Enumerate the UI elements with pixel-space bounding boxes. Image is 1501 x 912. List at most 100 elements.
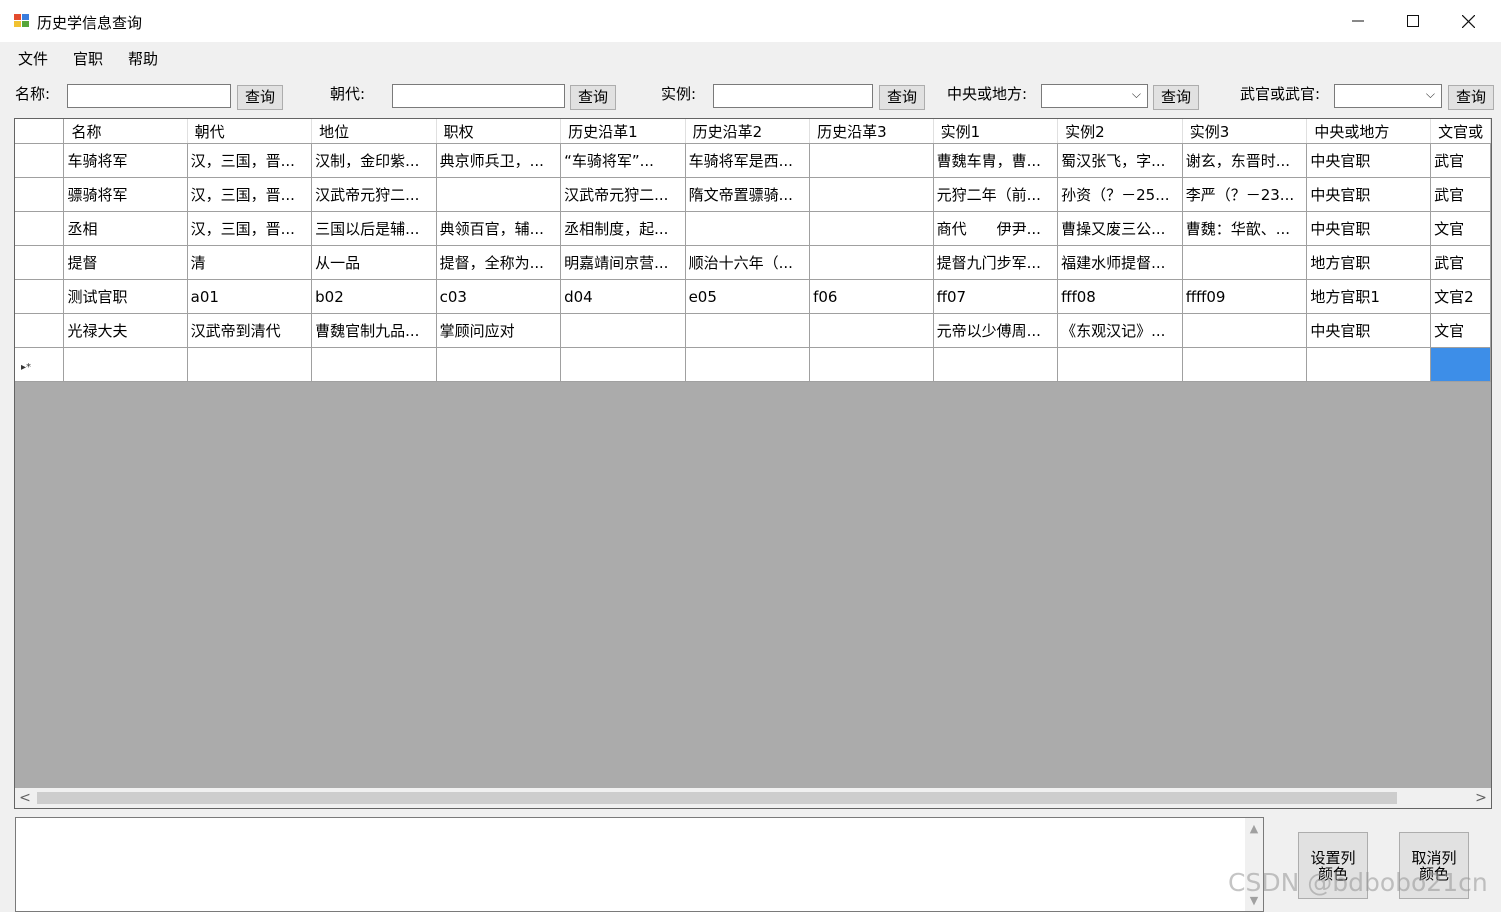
maximize-button[interactable] bbox=[1385, 0, 1441, 42]
grid-cell[interactable] bbox=[933, 347, 1059, 382]
grid-cell[interactable]: 丞相 bbox=[63, 211, 188, 246]
grid-cell[interactable]: 文官2 bbox=[1430, 279, 1491, 314]
grid-cell[interactable] bbox=[1182, 245, 1308, 280]
grid-cell[interactable] bbox=[809, 143, 934, 178]
grid-cell[interactable]: c03 bbox=[436, 279, 562, 314]
grid-cell[interactable]: 汉武帝元狩二... bbox=[560, 177, 686, 212]
grid-cell[interactable] bbox=[685, 313, 811, 348]
grid-cell[interactable]: 提督九门步军... bbox=[933, 245, 1059, 280]
grid-cell[interactable]: b02 bbox=[311, 279, 437, 314]
column-header[interactable]: 实例1 bbox=[933, 119, 1059, 144]
scroll-left-icon[interactable]: < bbox=[15, 788, 35, 808]
grid-cell[interactable] bbox=[685, 211, 811, 246]
grid-cell[interactable]: ff07 bbox=[933, 279, 1059, 314]
grid-cell[interactable]: 中央官职 bbox=[1306, 313, 1432, 348]
name-query-button[interactable]: 查询 bbox=[237, 85, 283, 110]
close-button[interactable] bbox=[1440, 0, 1496, 42]
central-query-button[interactable]: 查询 bbox=[1153, 85, 1199, 110]
grid-cell[interactable] bbox=[1182, 313, 1308, 348]
grid-cell[interactable]: 元狩二年（前... bbox=[933, 177, 1059, 212]
grid-cell[interactable]: 文官 bbox=[1430, 313, 1491, 348]
grid-cell[interactable]: 车骑将军是西... bbox=[685, 143, 811, 178]
grid-cell[interactable]: e05 bbox=[685, 279, 811, 314]
row-header[interactable] bbox=[15, 279, 65, 314]
military-query-button[interactable]: 查询 bbox=[1448, 85, 1494, 110]
table-row[interactable]: 提督清从一品 提督，全称为... 明嘉靖间京营... 顺治十六年（... 提督九门步军.… bbox=[15, 245, 1491, 280]
column-header[interactable]: 历史沿革3 bbox=[809, 119, 934, 144]
grid-cell[interactable]: 明嘉靖间京营... bbox=[560, 245, 686, 280]
grid-cell[interactable] bbox=[809, 211, 934, 246]
grid-cell[interactable]: 清 bbox=[187, 245, 313, 280]
grid-cell[interactable]: 曹魏：华歆、... bbox=[1182, 211, 1308, 246]
grid-cell[interactable]: 汉制，金印紫... bbox=[311, 143, 437, 178]
menu-help[interactable]: 帮助 bbox=[128, 48, 158, 69]
grid-cell[interactable]: 元帝以少傅周... bbox=[933, 313, 1059, 348]
grid-cell[interactable]: 顺治十六年（... bbox=[685, 245, 811, 280]
grid-cell[interactable]: 骠骑将军 bbox=[63, 177, 188, 212]
grid-cell[interactable] bbox=[1430, 347, 1491, 382]
scroll-up-icon[interactable]: ▲ bbox=[1245, 822, 1263, 835]
grid-cell[interactable]: fff08 bbox=[1057, 279, 1183, 314]
grid-cell[interactable]: 典领百官，辅... bbox=[436, 211, 562, 246]
grid-cell[interactable]: 中央官职 bbox=[1306, 211, 1432, 246]
grid-cell[interactable]: 测试官职 bbox=[63, 279, 188, 314]
grid-cell[interactable] bbox=[63, 347, 188, 382]
grid-cell[interactable]: 汉，三国，晋... bbox=[187, 143, 313, 178]
table-row[interactable]: 测试官职 a01 b02 c03 d04 e05 f06 ff07 fff08 ffff09 地方官… bbox=[15, 279, 1491, 314]
grid-cell[interactable]: 孙资（？－25... bbox=[1057, 177, 1183, 212]
example-search-input[interactable] bbox=[713, 84, 873, 108]
grid-cell[interactable]: 掌顾问应对 bbox=[436, 313, 562, 348]
grid-cell[interactable] bbox=[1182, 347, 1308, 382]
grid-cell[interactable]: 隋文帝置骠骑... bbox=[685, 177, 811, 212]
grid-cell[interactable]: 文官 bbox=[1430, 211, 1491, 246]
grid-cell[interactable] bbox=[809, 347, 934, 382]
grid-cell[interactable]: 汉，三国，晋... bbox=[187, 211, 313, 246]
example-query-button[interactable]: 查询 bbox=[879, 85, 925, 110]
grid-cell[interactable]: 汉，三国，晋... bbox=[187, 177, 313, 212]
grid-cell[interactable]: a01 bbox=[187, 279, 313, 314]
column-header[interactable]: 中央或地方 bbox=[1306, 119, 1432, 144]
menu-file[interactable]: 文件 bbox=[18, 48, 48, 69]
grid-cell[interactable] bbox=[436, 347, 562, 382]
column-header[interactable]: 文官或 bbox=[1430, 119, 1491, 144]
grid-cell[interactable]: 曹魏官制九品... bbox=[311, 313, 437, 348]
grid-cell[interactable]: 李严（？－23... bbox=[1182, 177, 1308, 212]
grid-cell[interactable]: 汉武帝到清代 bbox=[187, 313, 313, 348]
grid-cell[interactable] bbox=[560, 347, 686, 382]
grid-cell[interactable]: 谢玄，东晋时... bbox=[1182, 143, 1308, 178]
table-row[interactable]: 骠骑将军 汉，三国，晋... 汉武帝元狩二... 汉武帝元狩二... 隋文帝置骠骑...… bbox=[15, 177, 1491, 212]
column-header[interactable]: 实例2 bbox=[1057, 119, 1183, 144]
data-grid[interactable]: 名称 朝代 地位 职权 历史沿革1 历史沿革2 历史沿革3 实例1 实例2 实例3 中央或地方 文官或… bbox=[14, 118, 1492, 809]
grid-cell[interactable]: 从一品 bbox=[311, 245, 437, 280]
grid-cell[interactable] bbox=[311, 347, 437, 382]
output-textarea[interactable]: ▲ ▼ bbox=[15, 817, 1264, 912]
column-header[interactable]: 历史沿革1 bbox=[560, 119, 686, 144]
grid-cell[interactable]: 三国以后是辅... bbox=[311, 211, 437, 246]
grid-cell[interactable]: f06 bbox=[809, 279, 934, 314]
column-header[interactable]: 职权 bbox=[436, 119, 562, 144]
row-header[interactable] bbox=[15, 211, 65, 246]
horizontal-scrollbar[interactable]: < > bbox=[15, 788, 1491, 808]
grid-cell[interactable] bbox=[436, 177, 562, 212]
grid-cell[interactable]: 曹魏车胄，曹... bbox=[933, 143, 1059, 178]
grid-cell[interactable] bbox=[1306, 347, 1432, 382]
grid-cell[interactable]: 商代 伊尹... bbox=[933, 211, 1059, 246]
grid-cell[interactable]: 地方官职 bbox=[1306, 245, 1432, 280]
dynasty-query-button[interactable]: 查询 bbox=[570, 85, 616, 110]
grid-cell[interactable] bbox=[560, 313, 686, 348]
menu-official[interactable]: 官职 bbox=[73, 48, 103, 69]
column-header[interactable]: 实例3 bbox=[1182, 119, 1308, 144]
row-header[interactable] bbox=[15, 143, 65, 178]
column-header[interactable]: 名称 bbox=[63, 119, 188, 144]
grid-cell[interactable]: 车骑将军 bbox=[63, 143, 188, 178]
dynasty-search-input[interactable] bbox=[392, 84, 565, 108]
row-header[interactable] bbox=[15, 177, 65, 212]
corner-header[interactable] bbox=[15, 119, 65, 144]
grid-cell[interactable]: 典京师兵卫，... bbox=[436, 143, 562, 178]
grid-cell[interactable]: 蜀汉张飞，字... bbox=[1057, 143, 1183, 178]
column-header[interactable]: 朝代 bbox=[187, 119, 313, 144]
grid-cell[interactable]: 中央官职 bbox=[1306, 143, 1432, 178]
grid-cell[interactable]: 地方官职1 bbox=[1306, 279, 1432, 314]
grid-cell[interactable]: d04 bbox=[560, 279, 686, 314]
new-row-marker[interactable]: ▸* bbox=[15, 347, 65, 382]
